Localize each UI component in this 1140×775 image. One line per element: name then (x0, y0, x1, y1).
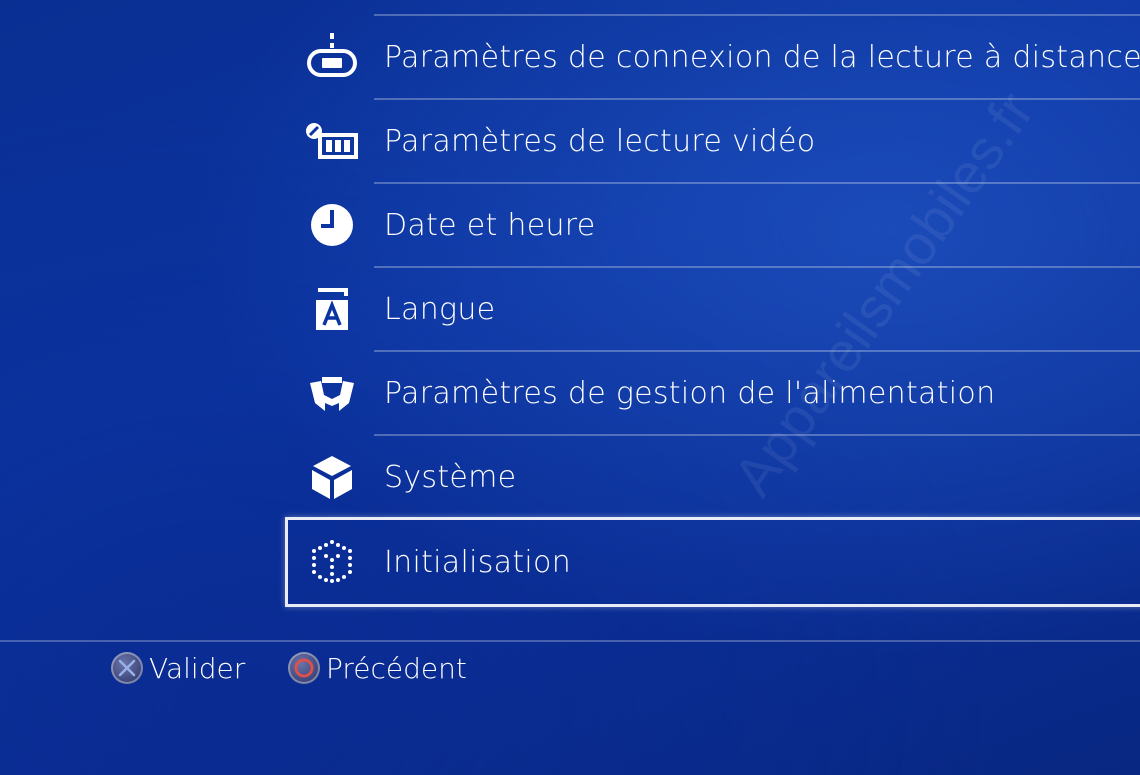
back-action[interactable]: Précédent (288, 648, 467, 688)
menu-item-system[interactable]: Système (300, 437, 1140, 517)
back-label: Précédent (326, 651, 467, 685)
menu-item-date-time[interactable]: Date et heure (300, 185, 1140, 265)
menu-item-power-save[interactable]: Paramètres de gestion de l'alimentation (300, 353, 1140, 433)
menu-item-label: Paramètres de lecture vidéo (384, 123, 816, 159)
menu-item-label: Date et heure (384, 207, 596, 243)
menu-divider (374, 98, 1140, 100)
menu-item-video-playback[interactable]: Paramètres de lecture vidéo (300, 101, 1140, 181)
menu-item-label: Paramètres de connexion de la lecture à … (384, 39, 1140, 75)
clock-icon (300, 193, 364, 257)
menu-item-language[interactable]: Langue (300, 269, 1140, 349)
language-icon (300, 277, 364, 341)
video-playback-icon (300, 109, 364, 173)
menu-item-initialization[interactable]: Initialisation (300, 522, 1140, 602)
menu-item-label: Langue (384, 291, 496, 327)
menu-item-label: Paramètres de gestion de l'alimentation (384, 375, 996, 411)
system-cube-icon (300, 445, 364, 509)
menu-divider (374, 350, 1140, 352)
menu-item-label: Système (384, 459, 517, 495)
menu-item-remote-play[interactable]: Paramètres de connexion de la lecture à … (300, 17, 1140, 97)
confirm-action[interactable]: Valider (111, 648, 245, 688)
remote-play-icon (300, 25, 364, 89)
menu-divider (374, 434, 1140, 436)
confirm-label: Valider (149, 651, 246, 685)
menu-divider (374, 266, 1140, 268)
cross-button-icon (111, 652, 143, 684)
footer-divider (0, 640, 1140, 642)
initialization-dotted-cube-icon (300, 530, 364, 594)
power-save-icon (300, 361, 364, 425)
circle-button-icon (288, 652, 320, 684)
menu-item-label: Initialisation (384, 544, 572, 580)
menu-divider (374, 182, 1140, 184)
menu-divider (374, 14, 1140, 16)
